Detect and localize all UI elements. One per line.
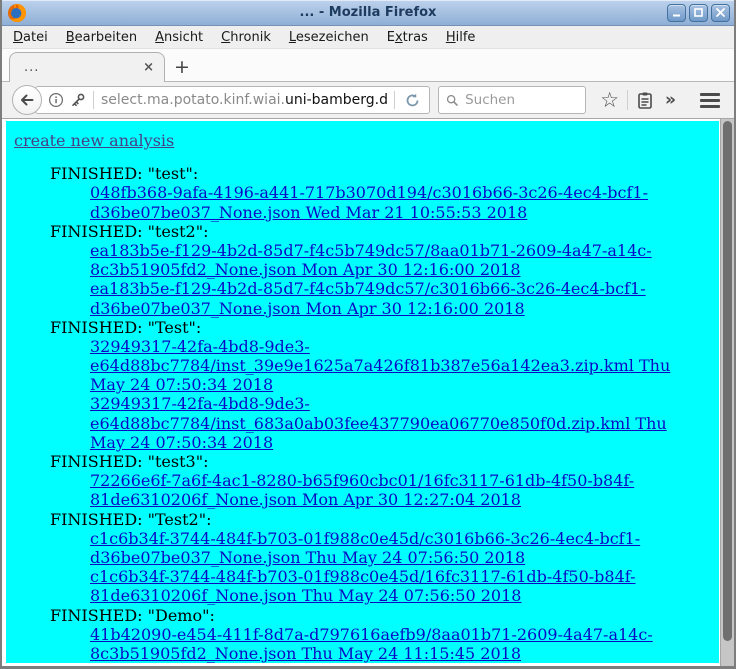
file-link[interactable]: 72266e6f-7a6f-4ac1-8280-b65f960cbc01/16f… <box>90 471 702 509</box>
overflow-button[interactable]: » <box>659 90 682 110</box>
analysis-entry: FINISHED: "test2": ea183b5e-f129-4b2d-85… <box>14 222 702 318</box>
menu-item-hilfe[interactable]: Hilfe <box>437 27 485 48</box>
info-icon[interactable] <box>48 92 64 108</box>
close-icon <box>715 7 726 18</box>
app-menu-button[interactable] <box>694 89 726 112</box>
file-link[interactable]: 32949317-42fa-4bd8-9de3-e64d88bc7784/ins… <box>90 337 702 395</box>
menu-item-extras[interactable]: Extras <box>378 27 437 48</box>
firefox-window: ... - Mozilla Firefox Datei Bearbeiten A… <box>0 0 736 669</box>
file-link[interactable]: 32949317-42fa-4bd8-9de3-e64d88bc7784/ins… <box>90 394 702 452</box>
menu-item-lesezeichen[interactable]: Lesezeichen <box>280 27 378 48</box>
urlbar-divider <box>394 91 395 109</box>
search-input[interactable] <box>465 92 579 108</box>
entry-label: FINISHED: "Test2": <box>50 510 702 529</box>
analysis-list: FINISHED: "test": 048fb368-9afa-4196-a44… <box>14 164 702 663</box>
file-link[interactable]: ea183b5e-f129-4b2d-85d7-f4c5b749dc57/8aa… <box>90 241 702 279</box>
page-content: create new analysis FINISHED: "test": 04… <box>6 121 719 663</box>
entry-label: FINISHED: "test": <box>50 164 702 183</box>
library-button[interactable] <box>631 88 659 113</box>
toolbar-divider <box>627 90 628 110</box>
file-link[interactable]: 41b42090-e454-411f-8d7a-d797616aefb9/8aa… <box>90 625 702 663</box>
back-arrow-icon <box>18 91 36 109</box>
maximize-button[interactable] <box>689 4 708 22</box>
tab-close-icon[interactable]: × <box>141 60 156 75</box>
clipboard-icon <box>636 91 654 110</box>
menu-item-datei[interactable]: Datei <box>4 27 57 48</box>
entry-label: FINISHED: "Test": <box>50 318 702 337</box>
minimize-icon <box>671 7 682 18</box>
window-title: ... - Mozilla Firefox <box>2 5 734 20</box>
analysis-entry: FINISHED: "Demo": 41b42090-e454-411f-8d7… <box>14 606 702 664</box>
menu-item-ansicht[interactable]: Ansicht <box>146 27 212 48</box>
create-new-analysis-link[interactable]: create new analysis <box>14 131 174 150</box>
url-text[interactable]: select.ma.potato.kinf.wiai.uni-bamberg.d… <box>101 92 387 108</box>
entry-label: FINISHED: "Demo": <box>50 606 702 625</box>
bookmark-star-button[interactable]: ☆ <box>595 87 624 113</box>
entry-label: FINISHED: "test3": <box>50 452 702 471</box>
search-box[interactable] <box>438 86 586 114</box>
tab-bar: ... × + <box>2 49 734 82</box>
key-icon[interactable] <box>70 92 86 108</box>
back-button[interactable] <box>12 85 42 115</box>
navigation-toolbar: select.ma.potato.kinf.wiai.uni-bamberg.d… <box>2 82 734 119</box>
hamburger-icon <box>700 93 720 96</box>
entry-label: FINISHED: "test2": <box>50 222 702 241</box>
maximize-icon <box>693 7 704 18</box>
menu-item-bearbeiten[interactable]: Bearbeiten <box>57 27 146 48</box>
vertical-scrollbar[interactable] <box>720 119 734 666</box>
active-tab[interactable]: ... × <box>9 52 165 82</box>
analysis-entry: FINISHED: "test3": 72266e6f-7a6f-4ac1-82… <box>14 452 702 510</box>
tab-title: ... <box>24 60 141 75</box>
title-bar[interactable]: ... - Mozilla Firefox <box>2 0 734 26</box>
urlbar-divider <box>93 91 94 109</box>
url-bar[interactable]: select.ma.potato.kinf.wiai.uni-bamberg.d… <box>35 86 430 114</box>
chevron-double-right-icon: » <box>665 90 676 110</box>
firefox-logo-icon <box>7 3 27 23</box>
file-link[interactable]: c1c6b34f-3744-484f-b703-01f988c0e45d/16f… <box>90 567 702 605</box>
reload-button[interactable] <box>402 92 423 109</box>
menu-bar: Datei Bearbeiten Ansicht Chronik Lesezei… <box>2 26 734 49</box>
scrollbar-thumb[interactable] <box>723 121 732 641</box>
reload-icon <box>404 92 421 109</box>
file-link[interactable]: ea183b5e-f129-4b2d-85d7-f4c5b749dc57/c30… <box>90 279 702 317</box>
analysis-entry: FINISHED: "Test": 32949317-42fa-4bd8-9de… <box>14 318 702 452</box>
analysis-entry: FINISHED: "Test2": c1c6b34f-3744-484f-b7… <box>14 510 702 606</box>
file-link[interactable]: 048fb368-9afa-4196-a441-717b3070d194/c30… <box>90 183 702 221</box>
new-tab-button[interactable]: + <box>165 56 199 82</box>
analysis-entry: FINISHED: "test": 048fb368-9afa-4196-a44… <box>14 164 702 222</box>
search-icon <box>446 93 459 108</box>
close-button[interactable] <box>711 4 730 22</box>
menu-item-chronik[interactable]: Chronik <box>212 27 280 48</box>
minimize-button[interactable] <box>667 4 686 22</box>
file-link[interactable]: c1c6b34f-3744-484f-b703-01f988c0e45d/c30… <box>90 529 702 567</box>
browser-viewport: create new analysis FINISHED: "test": 04… <box>2 119 734 666</box>
star-icon: ☆ <box>600 90 619 110</box>
